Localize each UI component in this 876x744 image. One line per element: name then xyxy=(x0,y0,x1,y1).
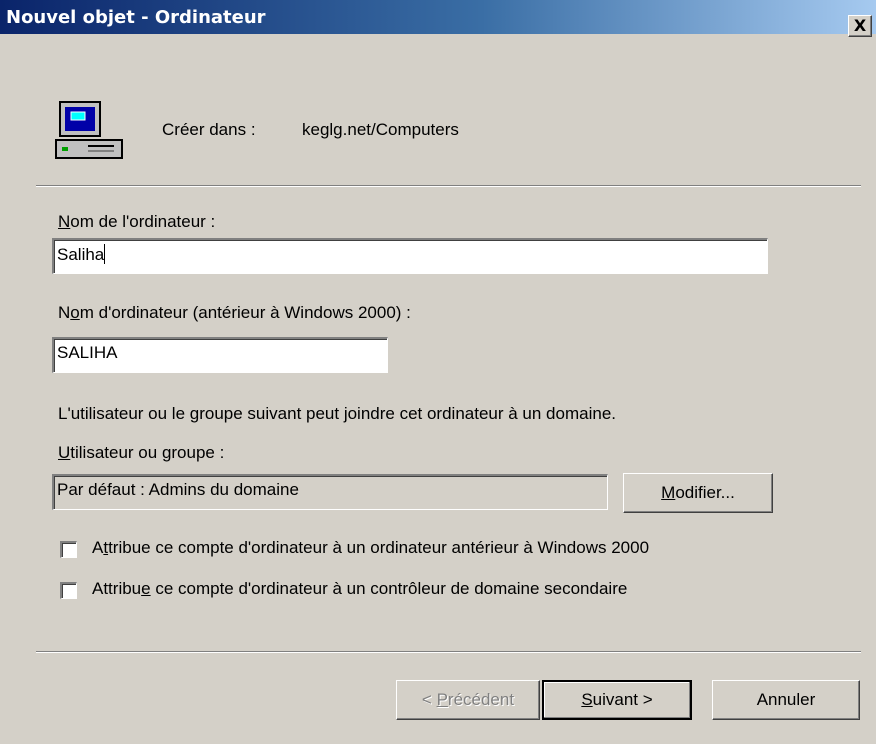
cancel-button[interactable]: Annuler xyxy=(712,680,860,720)
create-in-label: Créer dans : xyxy=(162,120,256,139)
backup-dc-checkbox[interactable] xyxy=(60,582,77,599)
user-group-label: Utilisateur ou groupe : xyxy=(58,443,225,462)
pre2000-checkbox-label[interactable]: Attribue ce compte d'ordinateur à un ord… xyxy=(92,538,649,558)
create-in-value: keglg.net/Computers xyxy=(302,120,459,139)
join-domain-info: L'utilisateur ou le groupe suivant peut … xyxy=(58,404,616,423)
pre2000-checkbox[interactable] xyxy=(60,541,77,558)
next-button[interactable]: Suivant > xyxy=(542,680,692,720)
title-bar: Nouvel objet - Ordinateur xyxy=(0,0,876,38)
modify-button[interactable]: Modifier... xyxy=(623,473,773,513)
computer-icon xyxy=(55,101,123,159)
pre2000-name-label: Nom d'ordinateur (antérieur à Windows 20… xyxy=(58,303,411,322)
user-group-field: Par défaut : Admins du domaine xyxy=(52,474,608,510)
text-caret xyxy=(104,244,106,264)
window-title: Nouvel objet - Ordinateur xyxy=(6,7,266,28)
computer-name-field[interactable]: Saliha xyxy=(52,238,768,274)
close-button[interactable]: X xyxy=(848,15,872,37)
close-icon: X xyxy=(853,16,867,35)
back-button[interactable]: < Précédent xyxy=(396,680,540,720)
separator-top xyxy=(36,185,861,187)
pre2000-name-field[interactable]: SALIHA xyxy=(52,337,388,373)
separator-bottom xyxy=(36,651,861,653)
backup-dc-checkbox-label[interactable]: Attribue ce compte d'ordinateur à un con… xyxy=(92,579,627,599)
computer-name-label: Nom de l'ordinateur : xyxy=(58,212,216,231)
